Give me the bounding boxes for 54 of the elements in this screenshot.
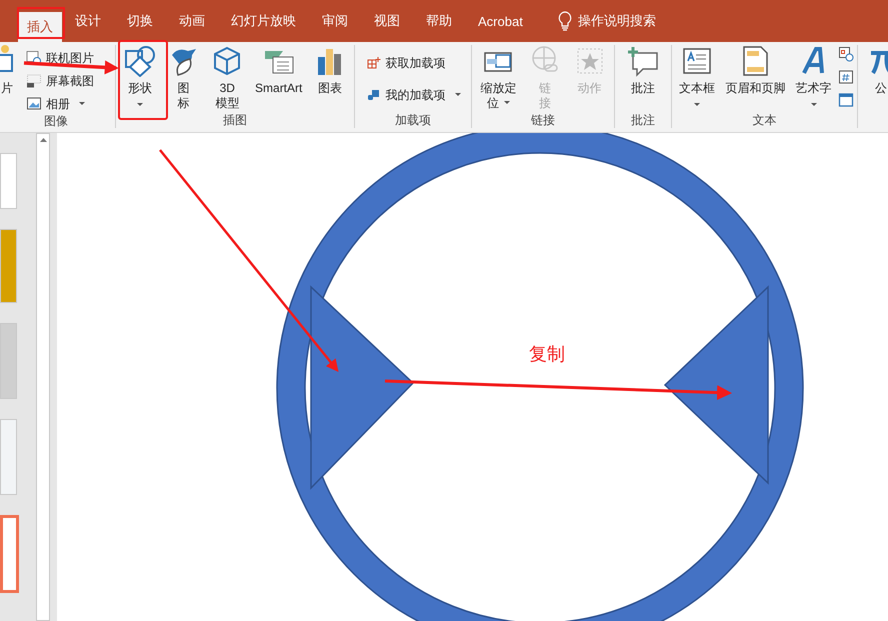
lightbulb-icon [558,11,572,31]
ribbon-button[interactable]: 文本框 [675,45,720,106]
ribbon-button[interactable]: SmartArt [251,45,306,96]
ribbon-tab[interactable]: Acrobat [465,0,536,42]
group-label: 插图 [222,112,248,128]
ribbon-button[interactable]: 页眉和页脚 [721,45,790,96]
group-label: 图像 [43,113,69,129]
group-label: 文本 [752,112,778,128]
ribbon-button[interactable]: 我的加载项 [364,85,462,105]
ribbon-button[interactable]: 相册 [24,94,96,114]
ribbon-button[interactable]: 获取加载项 [364,53,462,73]
hash-icon [838,69,854,85]
ribbon-button[interactable]: 艺术字 [792,45,836,106]
ribbon-button[interactable]: 图 标 [164,45,204,111]
slide-thumbnail[interactable] [0,515,19,593]
camera-icon [26,73,42,89]
slide-thumbnail[interactable] [0,323,17,399]
search-hint[interactable]: 操作说明搜索 [578,12,656,30]
ribbon-tab[interactable]: 视图 [361,0,413,42]
ribbon-tab[interactable]: 插入 [18,12,62,42]
ribbon-button[interactable]: 缩放定 位 [476,45,520,111]
highlight-frame [17,7,65,39]
group-label: 批注 [630,112,656,128]
ribbon-button[interactable]: 片 [0,45,14,96]
ribbon-button[interactable]: 图表 [310,45,350,96]
comment-plus-icon [627,45,659,77]
scrollbar[interactable] [36,133,50,621]
group-label: 链接 [530,112,556,128]
ribbon-tab[interactable]: 动画 [166,0,218,42]
ribbon-button[interactable]: 公 [861,45,888,96]
slide-thumbnail[interactable] [0,153,17,209]
ribbon-button[interactable]: 形状 [120,45,160,106]
slide-thumbnail[interactable] [0,419,17,495]
calendar-clock-icon [838,46,854,62]
photo-icon [26,96,42,112]
ribbon-button[interactable]: 屏幕截图 [24,71,96,91]
ribbon-tab[interactable]: 幻灯片放映 [218,0,309,42]
ribbon-button[interactable]: 3D 模型 [207,45,248,111]
group-label: 加载项 [394,112,432,128]
annotation-text: 复制 [529,344,565,364]
cubes-icon [366,87,382,103]
ribbon-tab[interactable]: 设计 [62,0,114,42]
ribbon-button[interactable]: 联机图片 [24,48,96,68]
ribbon-tab[interactable]: 帮助 [413,0,465,42]
ribbon-icon-button[interactable] [838,91,854,109]
shapes-icon [124,45,156,77]
ribbon-tab[interactable]: 审阅 [309,0,361,42]
ribbon-tab[interactable]: 切换 [114,0,166,42]
window-icon [838,92,854,108]
slide-thumbnail[interactable] [0,229,17,303]
grid-plus-icon [366,55,382,71]
ribbon-icon-button[interactable] [838,45,854,63]
ribbon-icon-button[interactable] [838,68,854,86]
ribbon-button[interactable]: 批注 [623,45,663,96]
